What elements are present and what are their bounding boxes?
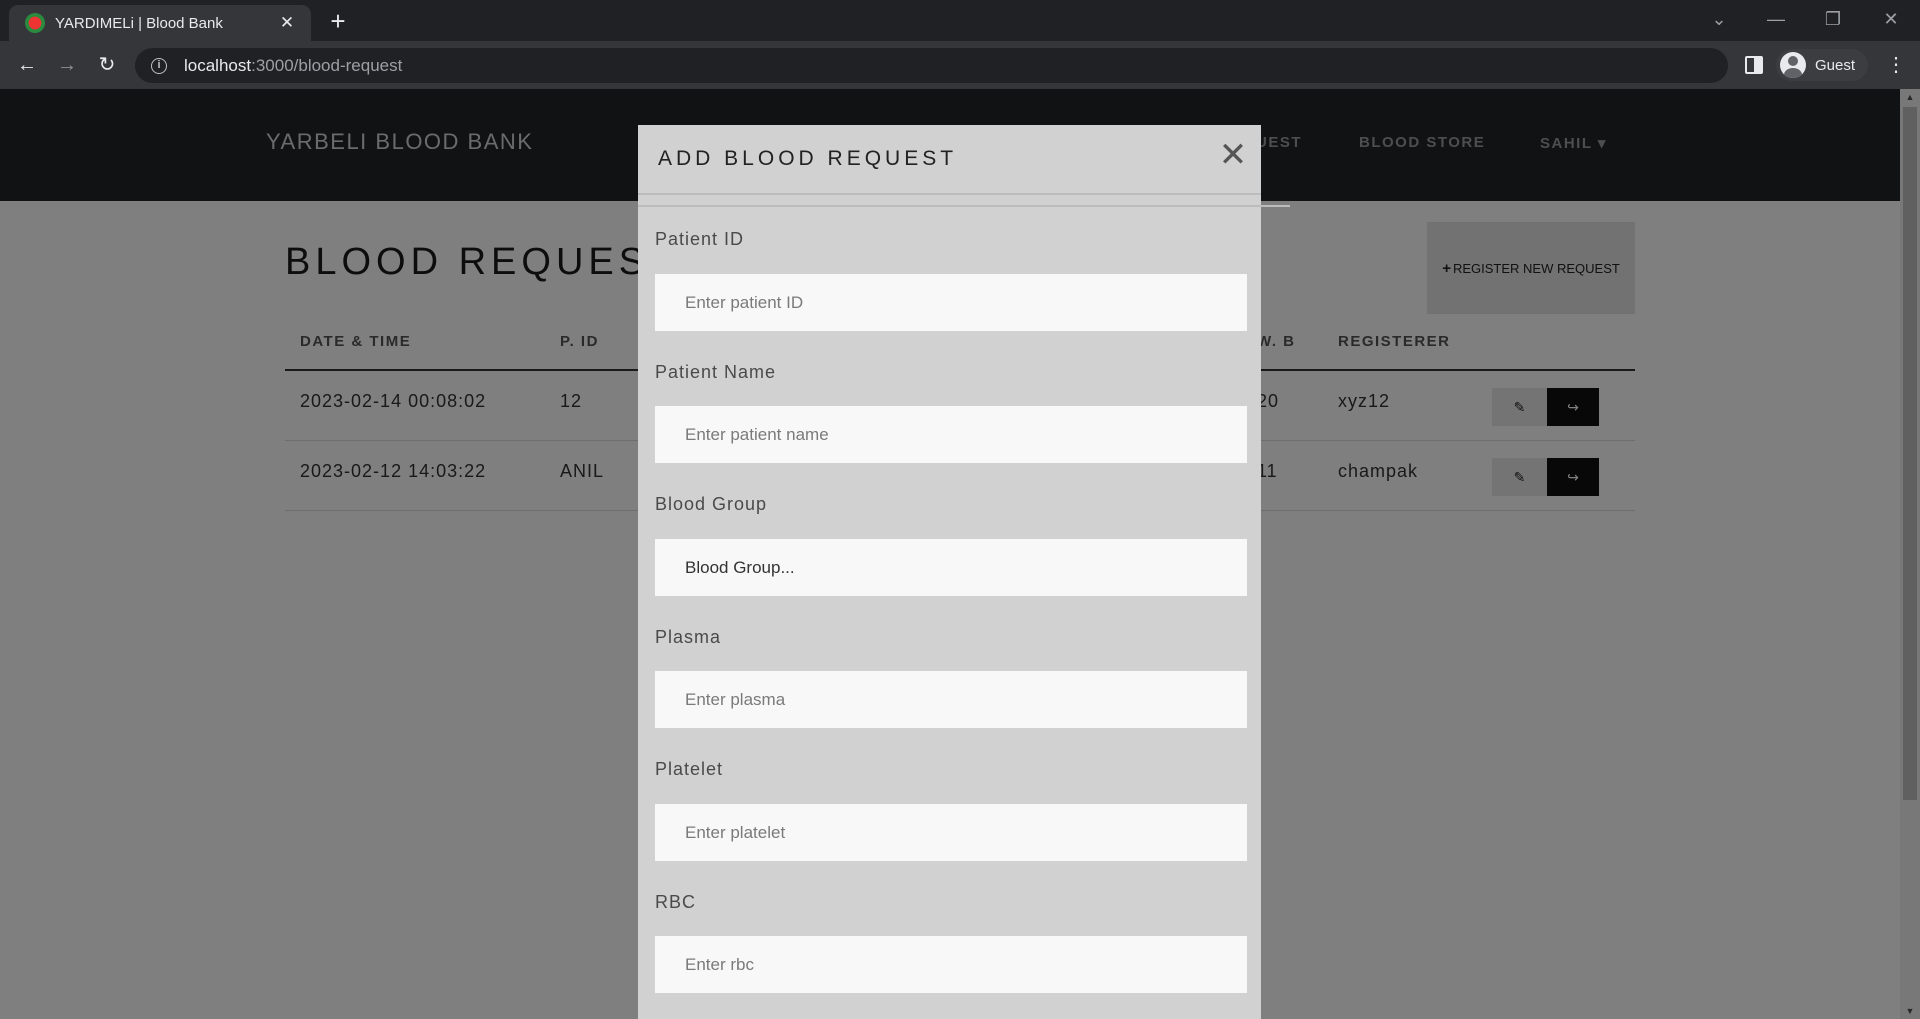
browser-toolbar: ← → ↻ i localhost:3000/blood-request Gue… (0, 41, 1920, 89)
address-bar[interactable]: i localhost:3000/blood-request (135, 48, 1728, 83)
plasma-label: Plasma (655, 627, 722, 647)
page-viewport: YARBELI BLOOD BANK UEST BLOOD STORE SAHI… (0, 89, 1920, 1019)
profile-button[interactable]: Guest (1776, 49, 1868, 81)
platelet-label: Platelet (655, 759, 724, 779)
patient-name-input[interactable] (655, 406, 1247, 463)
side-panel-icon[interactable] (1745, 56, 1763, 74)
patient-id-label: Patient ID (655, 229, 745, 249)
modal-title: ADD BLOOD REQUEST (658, 147, 958, 170)
platelet-input[interactable] (655, 804, 1247, 861)
modal-header: ADD BLOOD REQUEST ✕ (638, 125, 1261, 195)
site-info-icon[interactable]: i (151, 57, 167, 74)
tab-title: YARDIMELi | Blood Bank (55, 14, 223, 32)
new-tab-button[interactable]: + (323, 7, 353, 37)
browser-tabstrip: YARDIMELi | Blood Bank ✕ + ⌄ — ❐ ✕ (0, 0, 1920, 41)
rbc-label: RBC (655, 892, 697, 912)
minimize-window-icon[interactable]: — (1756, 4, 1796, 34)
patient-id-input[interactable] (655, 274, 1247, 331)
blood-group-select[interactable]: Blood Group... (655, 539, 1247, 596)
patient-name-label: Patient Name (655, 362, 777, 382)
site-favicon-icon (25, 13, 45, 33)
blood-group-label: Blood Group (655, 494, 768, 514)
browser-menu-icon[interactable]: ⋮ (1886, 53, 1906, 77)
close-icon[interactable]: ✕ (1216, 138, 1250, 172)
close-window-icon[interactable]: ✕ (1871, 4, 1911, 34)
restore-window-icon[interactable]: ❐ (1813, 4, 1853, 34)
forward-icon[interactable]: → (51, 49, 83, 81)
browser-tab[interactable]: YARDIMELi | Blood Bank ✕ (9, 5, 311, 41)
plasma-input[interactable] (655, 671, 1247, 728)
reload-icon[interactable]: ↻ (91, 49, 123, 81)
tab-search-dropdown-icon[interactable]: ⌄ (1699, 4, 1739, 34)
avatar-icon (1780, 52, 1806, 78)
rbc-input[interactable] (655, 936, 1247, 993)
back-icon[interactable]: ← (11, 49, 43, 81)
tab-close-icon[interactable]: ✕ (277, 13, 297, 33)
url-path: :3000/blood-request (251, 55, 403, 75)
url-host: localhost (184, 55, 252, 75)
add-blood-request-modal: ADD BLOOD REQUEST ✕ Patient ID Patient N… (638, 125, 1290, 1019)
modal-divider (638, 205, 1290, 207)
url-text[interactable]: localhost:3000/blood-request (184, 56, 402, 76)
profile-label: Guest (1815, 56, 1856, 74)
